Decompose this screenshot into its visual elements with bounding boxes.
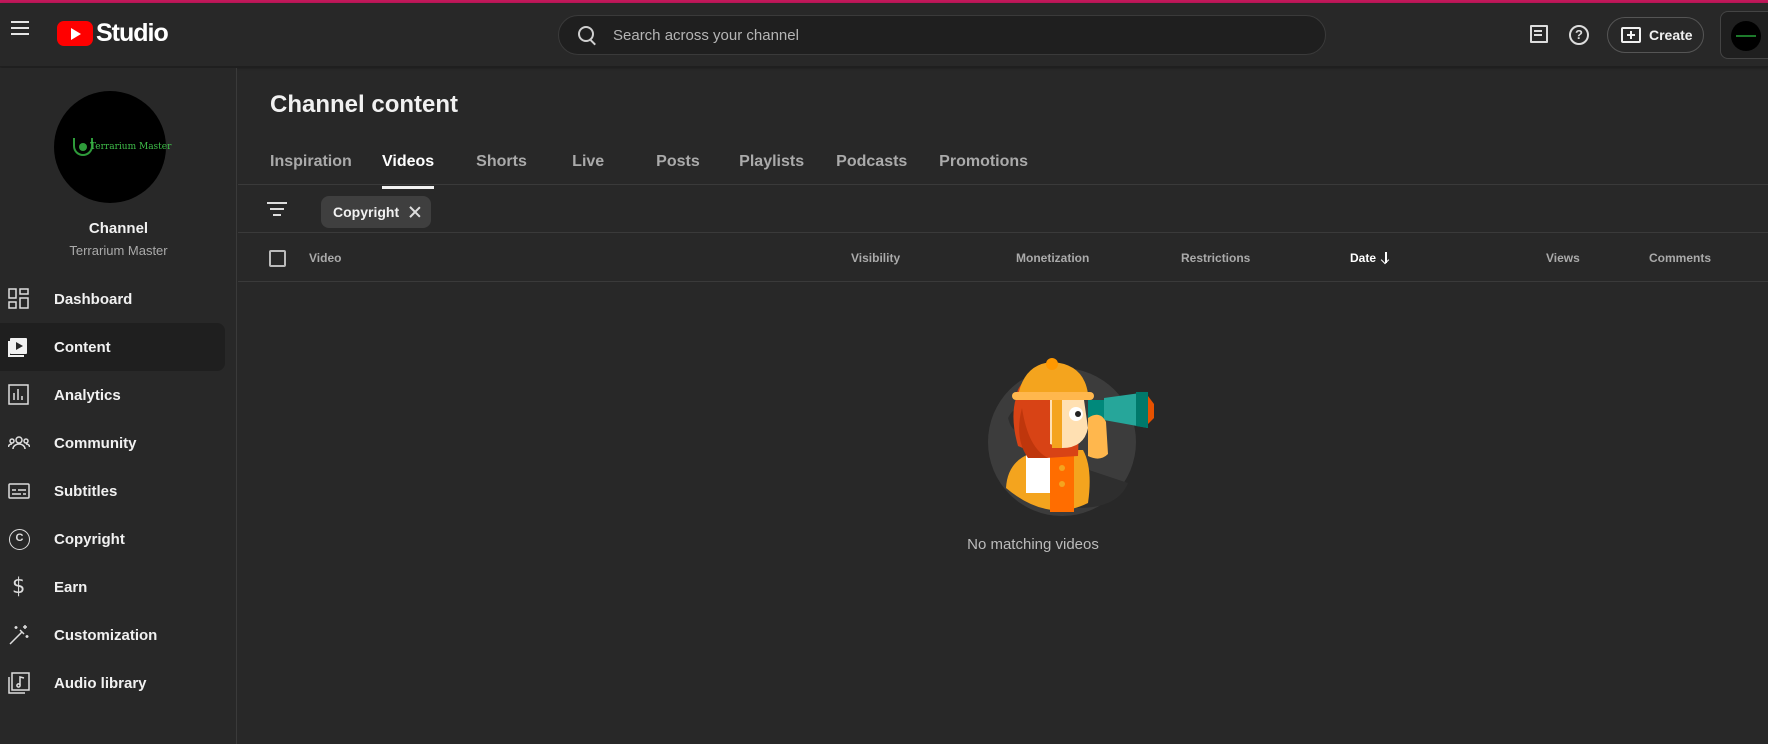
channel-title: Channel — [88, 220, 149, 237]
create-button[interactable]: Create — [1607, 17, 1704, 53]
sidebar-item-content[interactable]: Content — [0, 323, 225, 371]
search-icon[interactable] — [575, 23, 599, 47]
page-title: Channel content — [270, 91, 459, 118]
dashboard-icon — [8, 288, 30, 310]
logo-text: Studio — [96, 18, 169, 47]
sidebar-item-label: Copyright — [54, 530, 125, 548]
search-bar — [558, 15, 1326, 55]
filter-bar: Copyright — [238, 185, 1768, 233]
subtitles-icon — [8, 480, 30, 502]
youtube-logo-icon — [57, 20, 93, 46]
sidebar-item-label: Audio library — [54, 674, 147, 692]
studio-logo[interactable]: Studio — [57, 18, 169, 47]
search-input[interactable] — [613, 17, 1325, 53]
filter-chip-label: Copyright — [333, 204, 400, 220]
sidebar-item-copyright[interactable]: Copyright — [0, 515, 225, 563]
sidebar-item-dashboard[interactable]: Dashboard — [0, 275, 225, 323]
column-visibility: Visibility — [851, 251, 901, 265]
sidebar-item-customization[interactable]: Customization — [0, 611, 225, 659]
avatar-logo-text: Terrarium Master — [90, 142, 172, 152]
arrow-down-icon — [1381, 252, 1391, 264]
close-icon[interactable] — [409, 206, 421, 218]
empty-state-message: No matching videos — [967, 536, 1099, 553]
feedback-icon[interactable] — [1527, 23, 1551, 47]
filter-icon[interactable] — [267, 199, 287, 219]
sidebar-item-label: Earn — [54, 578, 88, 596]
earn-icon — [8, 574, 30, 598]
channel-name: Terrarium Master — [69, 243, 168, 258]
channel-avatar[interactable]: Terrarium Master — [54, 91, 171, 203]
customization-icon — [8, 624, 30, 646]
content-icon — [8, 336, 30, 358]
sidebar-item-label: Community — [54, 434, 137, 452]
column-restrictions: Restrictions — [1181, 251, 1251, 265]
column-monetization: Monetization — [1016, 251, 1090, 265]
sidebar-item-label: Content — [54, 338, 111, 356]
sidebar-item-label: Dashboard — [54, 290, 133, 308]
filter-chip-copyright[interactable]: Copyright — [321, 196, 432, 228]
column-comments: Comments — [1649, 251, 1712, 265]
community-icon — [7, 432, 31, 454]
audio-library-icon — [8, 672, 30, 694]
sidebar: Terrarium Master Channel Terrarium Maste… — [0, 68, 237, 744]
help-icon[interactable]: ? — [1567, 23, 1591, 47]
sidebar-item-subtitles[interactable]: Subtitles — [0, 467, 225, 515]
create-label: Create — [1649, 27, 1693, 43]
sidebar-item-earn[interactable]: Earn — [0, 563, 225, 611]
avatar — [1731, 21, 1761, 51]
sidebar-item-label: Customization — [54, 626, 158, 644]
sidebar-item-community[interactable]: Community — [0, 419, 225, 467]
select-all-checkbox[interactable] — [269, 250, 286, 267]
column-date[interactable]: Date — [1350, 251, 1391, 265]
copyright-icon — [8, 528, 30, 550]
column-video: Video — [309, 251, 342, 265]
create-video-icon — [1621, 27, 1641, 43]
sidebar-item-label: Analytics — [54, 386, 121, 404]
analytics-icon — [8, 384, 30, 406]
sidebar-item-analytics[interactable]: Analytics — [0, 371, 225, 419]
sidebar-nav: Dashboard Content Analytics Community Su… — [0, 275, 237, 707]
table-header: Video Visibility Monetization Restrictio… — [238, 234, 1768, 282]
empty-state-illustration — [988, 358, 1158, 523]
account-button[interactable] — [1720, 11, 1768, 59]
sidebar-item-label: Subtitles — [54, 482, 118, 500]
main-content: Channel content Inspiration Videos Short… — [238, 68, 1768, 744]
sidebar-item-audio-library[interactable]: Audio library — [0, 659, 225, 707]
column-views: Views — [1546, 251, 1580, 265]
menu-icon[interactable] — [8, 17, 32, 41]
header: Studio ? Create — [0, 3, 1768, 67]
